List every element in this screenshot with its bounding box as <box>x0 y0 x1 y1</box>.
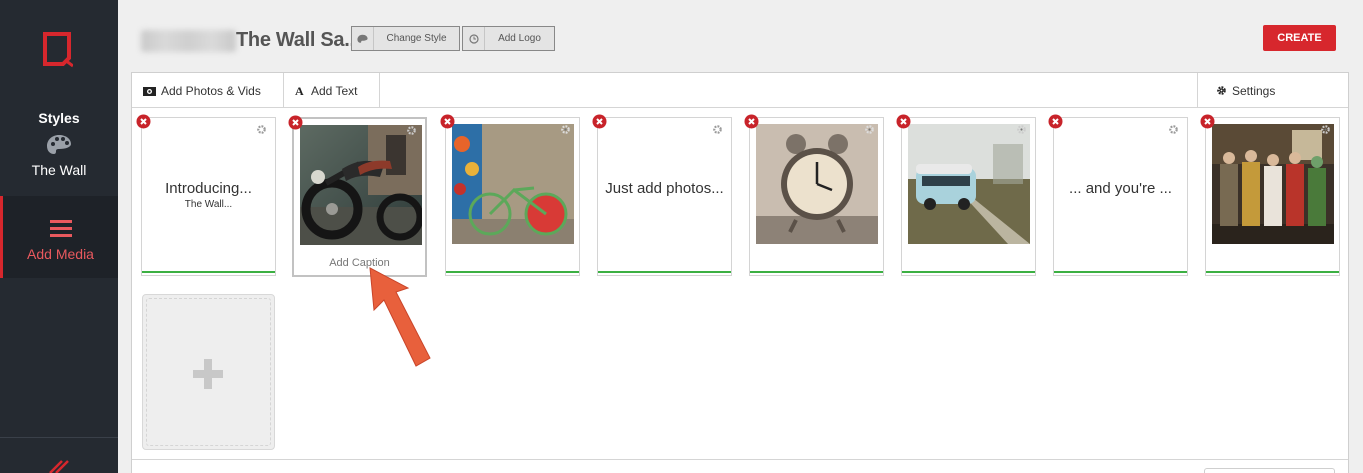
create-button[interactable]: CREATE <box>1263 25 1336 51</box>
card-status-line <box>1206 271 1339 273</box>
gear-icon[interactable] <box>1168 124 1179 135</box>
delete-icon[interactable] <box>1200 114 1215 129</box>
gear-icon[interactable] <box>864 124 875 135</box>
gear-icon[interactable] <box>1016 124 1027 135</box>
delete-icon[interactable] <box>288 115 303 130</box>
sidebar-item-styles[interactable]: Styles The Wall <box>0 98 118 195</box>
delete-icon[interactable] <box>896 114 911 129</box>
add-photos-label: Add Photos & Vids <box>161 83 261 98</box>
menu-icon <box>49 220 72 237</box>
card-title: ... and you're ... <box>1069 180 1172 197</box>
media-card[interactable] <box>744 114 884 276</box>
motorcycle-photo <box>300 125 422 245</box>
plus-icon <box>193 359 223 389</box>
brand-mark-icon <box>49 460 69 473</box>
media-card[interactable]: ... and you're ... <box>1048 114 1188 276</box>
add-media-tile[interactable] <box>142 294 275 450</box>
clock-icon <box>468 33 479 44</box>
settings-label: Settings <box>1232 83 1276 98</box>
gear-icon[interactable] <box>560 124 571 135</box>
sidebar-divider <box>0 437 118 438</box>
add-text-button[interactable]: A Add Text <box>284 73 380 108</box>
font-icon: A <box>295 85 304 96</box>
media-card[interactable] <box>440 114 580 276</box>
gear-icon[interactable] <box>406 125 417 136</box>
card-status-line <box>750 271 883 273</box>
delete-icon[interactable] <box>440 114 455 129</box>
blurred-user-name <box>141 30 236 52</box>
delete-icon[interactable] <box>592 114 607 129</box>
gear-icon[interactable] <box>256 124 267 135</box>
palette-icon <box>357 34 368 43</box>
media-card[interactable] <box>1200 114 1340 276</box>
brand-logo-icon[interactable] <box>43 32 73 68</box>
panel-bottom-divider <box>132 459 1348 460</box>
page-title[interactable]: The Wall Sa... <box>236 29 360 52</box>
change-style-button[interactable]: Change Style <box>351 26 460 51</box>
card-title: Introducing... <box>165 180 252 197</box>
card-title: Just add photos... <box>605 180 724 197</box>
gear-icon[interactable] <box>1320 124 1331 135</box>
add-photos-button[interactable]: Add Photos & Vids <box>132 73 284 108</box>
card-status-line <box>1054 271 1187 273</box>
media-card[interactable]: Introducing... The Wall... <box>136 114 276 276</box>
bicycle-photo <box>452 124 574 244</box>
card-subtitle: The Wall... <box>184 199 233 210</box>
media-card[interactable]: Add Caption <box>288 115 427 277</box>
arrow-annotation <box>369 267 431 367</box>
delete-icon[interactable] <box>744 114 759 129</box>
add-text-label: Add Text <box>311 83 358 98</box>
gear-icon[interactable] <box>712 124 723 135</box>
gear-icon <box>1217 86 1226 95</box>
media-toolbar: Add Photos & Vids A Add Text Settings <box>132 73 1348 108</box>
band-photo <box>1212 124 1334 244</box>
media-card[interactable] <box>896 114 1036 276</box>
svg-text:A: A <box>295 85 304 96</box>
delete-icon[interactable] <box>136 114 151 129</box>
media-panel: Add Photos & Vids A Add Text Settings In… <box>131 72 1349 473</box>
sidebar-item-add-media[interactable]: Add Media <box>0 196 118 278</box>
add-logo-button[interactable]: Add Logo <box>462 26 555 51</box>
media-card[interactable]: Just add photos... <box>592 114 732 276</box>
card-status-line <box>142 271 275 273</box>
sidebar: Styles The Wall Add Media <box>0 0 118 473</box>
card-status-line <box>902 271 1035 273</box>
current-style-name: The Wall <box>31 162 87 178</box>
card-status-line <box>598 271 731 273</box>
card-status-line <box>446 271 579 273</box>
bottom-control[interactable] <box>1204 468 1335 473</box>
camera-icon <box>143 86 156 96</box>
settings-button[interactable]: Settings <box>1197 73 1348 108</box>
palette-icon <box>47 135 71 154</box>
alarm-clock-photo <box>756 124 878 244</box>
sidebar-item-label: Styles <box>38 110 80 126</box>
delete-icon[interactable] <box>1048 114 1063 129</box>
change-style-label: Change Style <box>386 33 447 44</box>
sidebar-item-label: Add Media <box>27 246 94 262</box>
vw-van-photo <box>908 124 1030 244</box>
add-logo-label: Add Logo <box>498 33 541 44</box>
